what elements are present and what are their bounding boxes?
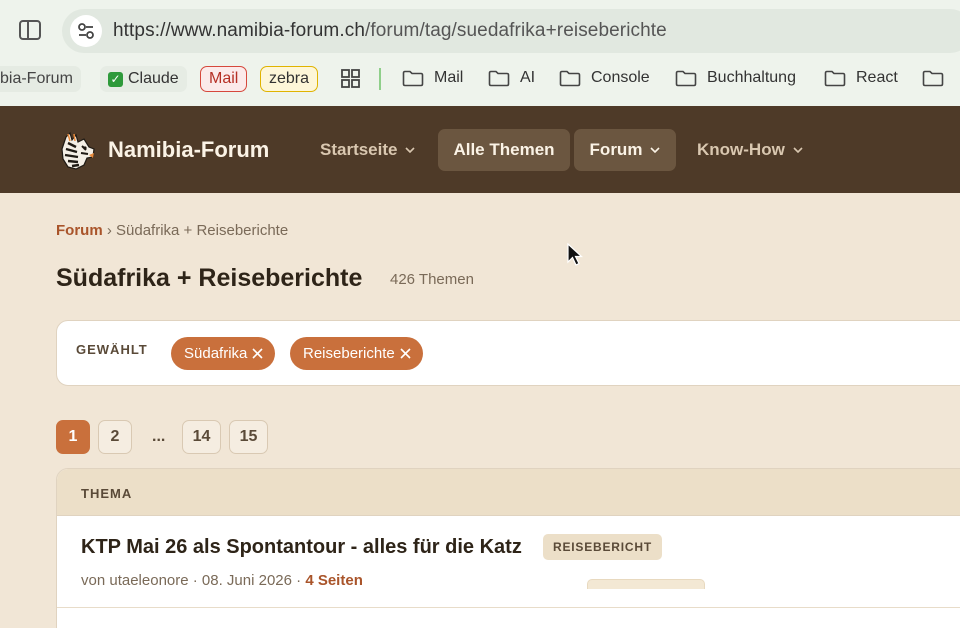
breadcrumb-separator: ›	[102, 222, 117, 239]
nav-know-how[interactable]: Know-How	[697, 129, 803, 171]
breadcrumb-link-forum[interactable]: Forum	[56, 222, 103, 239]
topic-count: 426 Themen	[390, 271, 474, 288]
topic-type-badge: REISEBERICHT	[543, 534, 662, 560]
bookmark-folder-react[interactable]: React	[824, 64, 898, 92]
page-button-15[interactable]: 15	[229, 420, 268, 454]
chevron-down-icon	[650, 147, 661, 153]
bookmarks-separator	[379, 68, 381, 90]
url-host: https://www.namibia-forum.ch	[113, 20, 365, 41]
folder-icon	[675, 70, 697, 86]
tag-chip-reiseberichte[interactable]: Reiseberichte	[290, 337, 423, 370]
topic-table: THEMA KTP Mai 26 als Spontantour - alles…	[56, 468, 960, 628]
nav-label: Alle Themen	[453, 140, 555, 159]
breadcrumb-current: Südafrika + Reiseberichte	[116, 222, 289, 239]
nav-label: Forum	[589, 140, 643, 159]
chevron-down-icon	[405, 147, 416, 153]
url-text: https://www.namibia-forum.ch/forum/tag/s…	[113, 20, 667, 42]
close-icon[interactable]	[400, 348, 411, 359]
close-icon[interactable]	[252, 348, 263, 359]
topic-meta: von utaeleonore · 08. Juni 2026 · 4 Seit…	[81, 572, 363, 589]
bookmark-label: AI	[520, 69, 536, 86]
bookmark-zebra-chip[interactable]: zebra	[260, 66, 319, 92]
bookmark-folder-console[interactable]: Console	[559, 64, 650, 92]
chevron-down-icon	[793, 147, 803, 153]
page-button-1[interactable]: 1	[56, 420, 90, 454]
sidebar-toggle-icon[interactable]	[18, 18, 42, 42]
nav-label: Startseite	[320, 140, 398, 159]
bookmark-folder-mail[interactable]: Mail	[402, 64, 463, 92]
bookmark-namibia-forum[interactable]: bia-Forum	[0, 66, 81, 92]
tag-label: Südafrika	[184, 345, 248, 362]
nav-startseite[interactable]: Startseite	[320, 129, 416, 171]
bookmark-folder-overflow[interactable]	[922, 64, 954, 92]
bookmark-label: Claude	[128, 70, 179, 87]
address-bar[interactable]: https://www.namibia-forum.ch/forum/tag/s…	[62, 9, 960, 53]
site-settings-icon[interactable]	[70, 15, 102, 47]
topic-pages-link[interactable]: 4 Seiten	[305, 572, 363, 589]
site-header: Namibia-Forum Startseite Alle Themen For…	[0, 106, 960, 193]
page-button-2[interactable]: 2	[98, 420, 132, 454]
browser-chrome: https://www.namibia-forum.ch/forum/tag/s…	[0, 0, 960, 106]
nav-label: Know-How	[697, 140, 785, 159]
column-header-thema: THEMA	[81, 486, 133, 501]
breadcrumb: Forum › Südafrika + Reiseberichte	[56, 222, 288, 239]
checkmark-icon: ✓	[108, 71, 123, 87]
bookmarks-bar: bia-Forum ✓ Claude Mail zebra Mail AI Co…	[0, 64, 960, 94]
folder-icon	[402, 70, 424, 86]
tag-label: Reiseberichte	[303, 345, 395, 362]
page-ellipsis: ...	[152, 428, 166, 445]
bookmark-label: Console	[591, 69, 650, 86]
nav-alle-themen[interactable]: Alle Themen	[438, 129, 570, 171]
zebra-logo-icon[interactable]	[56, 131, 98, 171]
url-path: /forum/tag/suedafrika+reiseberichte	[365, 20, 667, 41]
topic-title-link[interactable]: KTP Mai 26 als Spontantour - alles für d…	[81, 536, 522, 559]
next-row-badge-partial	[587, 579, 705, 589]
table-header: THEMA	[57, 469, 960, 516]
bookmark-label: bia-Forum	[0, 70, 73, 87]
bookmark-label: Mail	[209, 70, 239, 87]
apps-grid-icon[interactable]	[341, 69, 360, 88]
folder-icon	[488, 70, 510, 86]
bookmark-folder-buchhaltung[interactable]: Buchhaltung	[675, 64, 796, 92]
folder-icon	[922, 70, 944, 86]
site-logo-text[interactable]: Namibia-Forum	[108, 137, 269, 163]
selected-tags-label: GEWÄHLT	[76, 342, 148, 357]
folder-icon	[559, 70, 581, 86]
nav-forum[interactable]: Forum	[574, 129, 676, 171]
tag-chip-suedafrika[interactable]: Südafrika	[171, 337, 276, 370]
bookmark-label: React	[856, 69, 898, 86]
bookmark-label: zebra	[269, 70, 310, 87]
bookmark-folder-ai[interactable]: AI	[488, 64, 535, 92]
selected-tags-panel: GEWÄHLT Südafrika Reiseberichte	[56, 320, 960, 386]
bookmark-claude[interactable]: ✓ Claude	[100, 66, 187, 92]
folder-icon	[824, 70, 846, 86]
page-button-14[interactable]: 14	[182, 420, 221, 454]
table-row[interactable]: KTP Mai 26 als Spontantour - alles für d…	[57, 516, 960, 608]
page-title: Südafrika + Reiseberichte	[56, 264, 363, 292]
bookmark-label: Mail	[434, 69, 464, 86]
bookmark-label: Buchhaltung	[707, 69, 796, 86]
bookmark-mail-chip[interactable]: Mail	[200, 66, 248, 92]
topic-author-date: von utaeleonore · 08. Juni 2026 ·	[81, 572, 306, 589]
mouse-cursor-icon	[567, 243, 583, 266]
